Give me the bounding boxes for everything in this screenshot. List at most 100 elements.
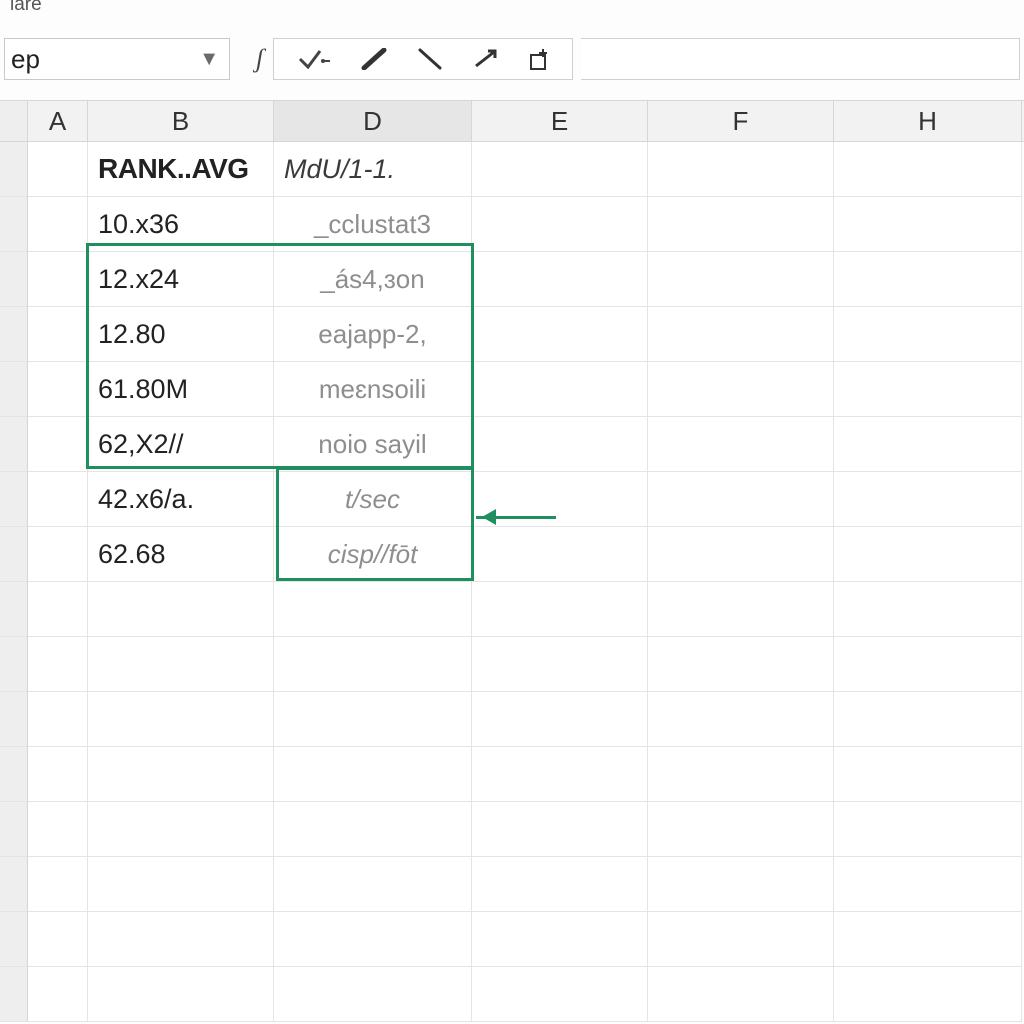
cell[interactable]: 12.x24 — [88, 252, 274, 307]
cell[interactable] — [472, 362, 648, 417]
cell[interactable] — [28, 142, 88, 197]
cell[interactable] — [648, 417, 834, 472]
cell-header-B[interactable]: RANK..AVG — [88, 142, 274, 197]
cell[interactable] — [28, 417, 88, 472]
pencil-icon[interactable] — [360, 48, 388, 70]
cell[interactable] — [88, 967, 274, 1022]
cell[interactable] — [472, 692, 648, 747]
cell[interactable] — [472, 142, 648, 197]
line-icon[interactable] — [416, 48, 444, 70]
row-header[interactable] — [0, 802, 28, 857]
cell[interactable] — [834, 252, 1022, 307]
cell[interactable]: 10.x36 — [88, 197, 274, 252]
cell[interactable] — [472, 582, 648, 637]
cell[interactable] — [834, 527, 1022, 582]
cell[interactable] — [834, 142, 1022, 197]
cell[interactable] — [472, 527, 648, 582]
cell[interactable] — [648, 472, 834, 527]
row-header[interactable] — [0, 307, 28, 362]
cell[interactable] — [472, 967, 648, 1022]
cell[interactable] — [472, 417, 648, 472]
cell[interactable] — [472, 637, 648, 692]
row-header[interactable] — [0, 747, 28, 802]
cell[interactable] — [88, 692, 274, 747]
row-header[interactable] — [0, 857, 28, 912]
cell[interactable] — [28, 307, 88, 362]
cell[interactable] — [472, 857, 648, 912]
cell[interactable] — [274, 967, 472, 1022]
cell[interactable] — [28, 582, 88, 637]
cell[interactable] — [648, 692, 834, 747]
cell[interactable] — [648, 142, 834, 197]
cell[interactable]: _ás4,ɜon — [274, 252, 472, 307]
cell[interactable] — [834, 802, 1022, 857]
cell[interactable] — [88, 912, 274, 967]
cell[interactable] — [28, 637, 88, 692]
cell[interactable] — [28, 472, 88, 527]
cell[interactable] — [834, 472, 1022, 527]
cell[interactable] — [28, 197, 88, 252]
cell[interactable] — [88, 582, 274, 637]
cell[interactable] — [28, 252, 88, 307]
select-all-corner[interactable] — [0, 101, 28, 141]
cell[interactable] — [834, 747, 1022, 802]
cell[interactable]: 62,X2// — [88, 417, 274, 472]
cell[interactable] — [472, 912, 648, 967]
column-header-A[interactable]: A — [28, 101, 88, 141]
cell[interactable] — [274, 637, 472, 692]
column-header-E[interactable]: E — [472, 101, 648, 141]
cell[interactable] — [834, 967, 1022, 1022]
cell[interactable] — [28, 527, 88, 582]
cell[interactable] — [648, 362, 834, 417]
cell[interactable] — [28, 692, 88, 747]
cell[interactable] — [648, 307, 834, 362]
insert-icon[interactable] — [528, 47, 554, 71]
row-header[interactable] — [0, 637, 28, 692]
cell[interactable] — [648, 857, 834, 912]
cell[interactable] — [834, 417, 1022, 472]
cell[interactable] — [88, 747, 274, 802]
cell[interactable] — [274, 747, 472, 802]
cell[interactable]: t/sec — [274, 472, 472, 527]
cell[interactable] — [648, 912, 834, 967]
cell[interactable] — [472, 252, 648, 307]
cell[interactable]: 61.80M — [88, 362, 274, 417]
row-header[interactable] — [0, 472, 28, 527]
cell[interactable] — [472, 747, 648, 802]
cell[interactable] — [28, 802, 88, 857]
column-header-H[interactable]: H — [834, 101, 1022, 141]
cell[interactable] — [472, 307, 648, 362]
cell[interactable] — [834, 307, 1022, 362]
cell[interactable] — [88, 637, 274, 692]
cell[interactable]: eajapp-2, — [274, 307, 472, 362]
cell[interactable]: 42.x6/a. — [88, 472, 274, 527]
cell[interactable] — [834, 692, 1022, 747]
row-header[interactable] — [0, 582, 28, 637]
row-header[interactable] — [0, 252, 28, 307]
cell[interactable]: noio sayil — [274, 417, 472, 472]
cell[interactable] — [88, 857, 274, 912]
chevron-down-icon[interactable]: ▼ — [199, 48, 219, 71]
cell[interactable] — [648, 252, 834, 307]
row-header[interactable] — [0, 417, 28, 472]
cell[interactable] — [648, 637, 834, 692]
cell[interactable] — [648, 967, 834, 1022]
row-header[interactable] — [0, 912, 28, 967]
cell[interactable] — [648, 582, 834, 637]
cell[interactable]: cisp//fōt — [274, 527, 472, 582]
cell[interactable] — [28, 967, 88, 1022]
cell[interactable]: 62.68 — [88, 527, 274, 582]
row-header[interactable] — [0, 197, 28, 252]
cell[interactable] — [28, 857, 88, 912]
cell[interactable]: _cclustat3 — [274, 197, 472, 252]
row-header[interactable] — [0, 142, 28, 197]
arrow-icon[interactable] — [472, 48, 500, 70]
cell[interactable] — [834, 857, 1022, 912]
cell[interactable] — [648, 802, 834, 857]
cell[interactable] — [834, 912, 1022, 967]
cell[interactable] — [834, 362, 1022, 417]
cell[interactable] — [28, 912, 88, 967]
cell[interactable]: meɛnsoili — [274, 362, 472, 417]
cell[interactable] — [274, 582, 472, 637]
cell[interactable] — [274, 802, 472, 857]
